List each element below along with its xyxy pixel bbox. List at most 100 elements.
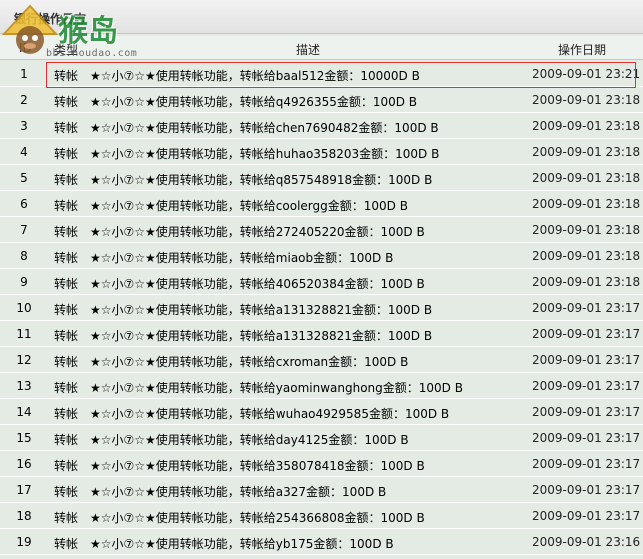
row-type: 转帐	[54, 407, 79, 421]
table-row[interactable]: 11 转帐 ★☆小⑦☆★使用转帐功能，转帐给a131328821金额：100D B 2…	[0, 321, 643, 347]
table-row[interactable]: 12 转帐 ★☆小⑦☆★使用转帐功能，转帐给cxroman金额：100D B 2009…	[0, 347, 643, 373]
row-id: 13	[16, 379, 32, 393]
row-date: 2009-09-01 23:21	[532, 67, 641, 81]
table-row[interactable]: 19 转帐 ★☆小⑦☆★使用转帐功能，转帐给yb175金额：100D B 2009-0…	[0, 529, 643, 555]
row-date: 2009-09-01 23:17	[532, 457, 641, 471]
row-date: 2009-09-01 23:18	[532, 145, 641, 159]
row-type: 转帐	[54, 173, 79, 187]
row-type: 转帐	[54, 147, 79, 161]
table-row[interactable]: 16 转帐 ★☆小⑦☆★使用转帐功能，转帐给358078418金额：100D B 20…	[0, 451, 643, 477]
row-id: 19	[16, 535, 32, 549]
row-type: 转帐	[54, 537, 79, 551]
row-id: 7	[20, 223, 28, 237]
row-description: ★☆小⑦☆★使用转帐功能，转帐给a327金额：100D B	[90, 485, 387, 499]
row-id: 9	[20, 275, 28, 289]
row-id: 4	[20, 145, 28, 159]
table-row[interactable]: 7 转帐 ★☆小⑦☆★使用转帐功能，转帐给272405220金额：100D B 200…	[0, 217, 643, 243]
row-id: 12	[16, 353, 32, 367]
table-row[interactable]: 10 转帐 ★☆小⑦☆★使用转帐功能，转帐给a131328821金额：100D B 2…	[0, 295, 643, 321]
row-date: 2009-09-01 23:17	[532, 405, 641, 419]
table-row[interactable]: 15 转帐 ★☆小⑦☆★使用转帐功能，转帐给day4125金额：100D B 2009…	[0, 425, 643, 451]
row-id: 18	[16, 509, 32, 523]
table-row[interactable]: 1 转帐 ★☆小⑦☆★使用转帐功能，转帐给baal512金额：10000D B 200…	[0, 61, 643, 87]
column-header-description[interactable]: 描述	[296, 41, 320, 58]
panel-title-bar: 银行操作日志	[0, 0, 643, 34]
row-type: 转帐	[54, 303, 79, 317]
panel-title: 银行操作日志	[14, 12, 87, 26]
row-date: 2009-09-01 23:17	[532, 509, 641, 523]
row-id: 2	[20, 93, 28, 107]
row-description: ★☆小⑦☆★使用转帐功能，转帐给406520384金额：100D B	[90, 277, 425, 291]
row-date: 2009-09-01 23:17	[532, 483, 641, 497]
row-description: ★☆小⑦☆★使用转帐功能，转帐给wuhao4929585金额：100D B	[90, 407, 450, 421]
row-type: 转帐	[54, 251, 79, 265]
row-date: 2009-09-01 23:17	[532, 431, 641, 445]
row-id: 14	[16, 405, 32, 419]
row-id: 5	[20, 171, 28, 185]
row-description: ★☆小⑦☆★使用转帐功能，转帐给huhao358203金额：100D B	[90, 147, 440, 161]
row-description: ★☆小⑦☆★使用转帐功能，转帐给q4926355金额：100D B	[90, 95, 418, 109]
row-description: ★☆小⑦☆★使用转帐功能，转帐给272405220金额：100D B	[90, 225, 425, 239]
row-id: 15	[16, 431, 32, 445]
column-header-date[interactable]: 操作日期	[558, 41, 606, 58]
row-description: ★☆小⑦☆★使用转帐功能，转帐给cxroman金额：100D B	[90, 355, 409, 369]
row-date: 2009-09-01 23:18	[532, 171, 641, 185]
table-row[interactable]: 5 转帐 ★☆小⑦☆★使用转帐功能，转帐给q857548918金额：100D B 20…	[0, 165, 643, 191]
row-date: 2009-09-01 23:18	[532, 197, 641, 211]
row-type: 转帐	[54, 277, 79, 291]
row-date: 2009-09-01 23:18	[532, 275, 641, 289]
row-id: 10	[16, 301, 32, 315]
row-id: 16	[16, 457, 32, 471]
table-row[interactable]: 2 转帐 ★☆小⑦☆★使用转帐功能，转帐给q4926355金额：100D B 2009…	[0, 87, 643, 113]
row-type: 转帐	[54, 199, 79, 213]
row-description: ★☆小⑦☆★使用转帐功能，转帐给yb175金额：100D B	[90, 537, 394, 551]
row-type: 转帐	[54, 511, 79, 525]
row-date: 2009-09-01 23:17	[532, 301, 641, 315]
row-description: ★☆小⑦☆★使用转帐功能，转帐给baal512金额：10000D B	[90, 69, 420, 83]
row-date: 2009-09-01 23:17	[532, 353, 641, 367]
table-body: 1 转帐 ★☆小⑦☆★使用转帐功能，转帐给baal512金额：10000D B 200…	[0, 61, 643, 555]
table-header: ID 类型 描述 操作日期	[0, 36, 643, 60]
bank-log-panel: 银行操作日志 ID 类型 描述 操作日期 1 转帐 ★☆小⑦☆★使用转帐功能，转帐给…	[0, 0, 643, 559]
table-row[interactable]: 3 转帐 ★☆小⑦☆★使用转帐功能，转帐给chen7690482金额：100D B 2…	[0, 113, 643, 139]
row-type: 转帐	[54, 485, 79, 499]
row-description: ★☆小⑦☆★使用转帐功能，转帐给q857548918金额：100D B	[90, 173, 433, 187]
table-row[interactable]: 18 转帐 ★☆小⑦☆★使用转帐功能，转帐给254366808金额：100D B 20…	[0, 503, 643, 529]
column-header-id[interactable]: ID	[19, 41, 32, 55]
row-description: ★☆小⑦☆★使用转帐功能，转帐给miaob金额：100D B	[90, 251, 394, 265]
row-type: 转帐	[54, 329, 79, 343]
row-date: 2009-09-01 23:18	[532, 119, 641, 133]
row-id: 8	[20, 249, 28, 263]
row-id: 3	[20, 119, 28, 133]
row-description: ★☆小⑦☆★使用转帐功能，转帐给chen7690482金额：100D B	[90, 121, 439, 135]
row-type: 转帐	[54, 225, 79, 239]
row-type: 转帐	[54, 69, 79, 83]
row-type: 转帐	[54, 355, 79, 369]
row-description: ★☆小⑦☆★使用转帐功能，转帐给a131328821金额：100D B	[90, 329, 433, 343]
row-type: 转帐	[54, 433, 79, 447]
row-description: ★☆小⑦☆★使用转帐功能，转帐给yaominwanghong金额：100D B	[90, 381, 463, 395]
row-date: 2009-09-01 23:17	[532, 327, 641, 341]
row-description: ★☆小⑦☆★使用转帐功能，转帐给coolergg金额：100D B	[90, 199, 408, 213]
row-description: ★☆小⑦☆★使用转帐功能，转帐给a131328821金额：100D B	[90, 303, 433, 317]
table-row[interactable]: 17 转帐 ★☆小⑦☆★使用转帐功能，转帐给a327金额：100D B 2009-09…	[0, 477, 643, 503]
row-id: 11	[16, 327, 32, 341]
row-type: 转帐	[54, 381, 79, 395]
column-header-type[interactable]: 类型	[54, 41, 78, 58]
row-date: 2009-09-01 23:16	[532, 535, 641, 549]
table-row[interactable]: 8 转帐 ★☆小⑦☆★使用转帐功能，转帐给miaob金额：100D B 2009-09…	[0, 243, 643, 269]
table-row[interactable]: 4 转帐 ★☆小⑦☆★使用转帐功能，转帐给huhao358203金额：100D B 2…	[0, 139, 643, 165]
table-row[interactable]: 13 转帐 ★☆小⑦☆★使用转帐功能，转帐给yaominwanghong金额：100…	[0, 373, 643, 399]
row-description: ★☆小⑦☆★使用转帐功能，转帐给day4125金额：100D B	[90, 433, 409, 447]
table-row[interactable]: 14 转帐 ★☆小⑦☆★使用转帐功能，转帐给wuhao4929585金额：100D …	[0, 399, 643, 425]
table-row[interactable]: 9 转帐 ★☆小⑦☆★使用转帐功能，转帐给406520384金额：100D B 200…	[0, 269, 643, 295]
row-type: 转帐	[54, 121, 79, 135]
table-row[interactable]: 6 转帐 ★☆小⑦☆★使用转帐功能，转帐给coolergg金额：100D B 2009…	[0, 191, 643, 217]
row-date: 2009-09-01 23:18	[532, 93, 641, 107]
row-id: 6	[20, 197, 28, 211]
row-date: 2009-09-01 23:18	[532, 223, 641, 237]
row-id: 17	[16, 483, 32, 497]
row-description: ★☆小⑦☆★使用转帐功能，转帐给358078418金额：100D B	[90, 459, 425, 473]
row-type: 转帐	[54, 459, 79, 473]
row-type: 转帐	[54, 95, 79, 109]
